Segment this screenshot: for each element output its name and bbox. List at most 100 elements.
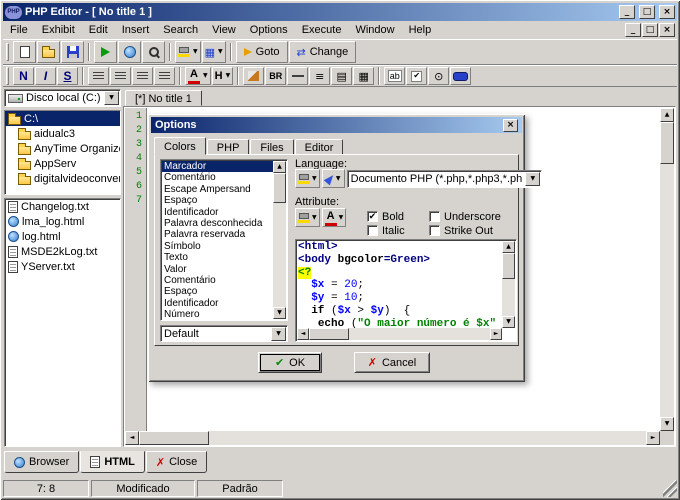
tab-close[interactable]: ✗ Close <box>145 451 208 473</box>
list-item[interactable]: Palavra reservada <box>162 229 273 240</box>
align-justify-button[interactable] <box>154 67 175 85</box>
menu-view[interactable]: View <box>205 23 243 37</box>
drive-dropdown-arrow[interactable]: ▼ <box>104 91 119 105</box>
close-button[interactable]: × <box>659 5 675 19</box>
language-pen-color-dropdown[interactable]: ▼ <box>321 169 345 188</box>
open-file-button[interactable] <box>37 41 60 63</box>
tab-editor[interactable]: Editor <box>294 139 344 155</box>
font-color-dropdown-button[interactable]: A ▼ <box>185 67 211 85</box>
chevron-down-icon[interactable]: ▼ <box>525 171 541 186</box>
preview-vertical-scrollbar[interactable]: ▲ ▼ <box>502 241 515 328</box>
style-preset-combo[interactable]: Default ▼ <box>160 325 288 342</box>
menu-help[interactable]: Help <box>402 23 439 37</box>
scroll-track[interactable] <box>349 328 490 340</box>
highlight-button[interactable] <box>243 67 265 85</box>
scroll-left-button[interactable]: ◄ <box>125 431 139 445</box>
file-item[interactable]: YServer.txt <box>5 259 120 274</box>
scroll-down-button[interactable]: ▼ <box>273 307 286 319</box>
scroll-up-button[interactable]: ▲ <box>502 241 515 253</box>
bold-button[interactable]: N <box>13 67 34 85</box>
list-item[interactable]: Texto <box>162 252 273 263</box>
list-item[interactable]: Identificador <box>162 298 273 309</box>
list-item[interactable]: Palavra desconhecida <box>162 218 273 229</box>
grid-button[interactable]: ▦ <box>353 67 375 85</box>
file-item[interactable]: log.html <box>5 229 120 244</box>
italic-button[interactable]: I <box>35 67 56 85</box>
insert-button-button[interactable] <box>450 67 472 85</box>
menu-window[interactable]: Window <box>348 23 401 37</box>
folder-item[interactable]: aidualc3 <box>5 126 120 141</box>
line-break-button[interactable]: BR <box>265 67 287 85</box>
minimize-button[interactable]: _ <box>619 5 635 19</box>
tab-files[interactable]: Files <box>250 139 294 155</box>
toolbar-grip[interactable] <box>6 67 9 85</box>
italic-checkbox[interactable]: Italic <box>367 224 405 237</box>
insert-textfield-button[interactable]: ab <box>384 67 406 85</box>
scroll-up-button[interactable]: ▲ <box>660 108 674 122</box>
scrollbar-thumb[interactable] <box>502 253 515 279</box>
scrollbar-thumb[interactable] <box>660 122 674 164</box>
mdi-minimize-button[interactable]: _ <box>625 23 641 37</box>
menu-options[interactable]: Options <box>243 23 295 37</box>
table-button[interactable]: ▤ <box>331 67 353 85</box>
scroll-track[interactable] <box>273 203 286 307</box>
resize-grip[interactable] <box>663 480 677 497</box>
align-left-button[interactable] <box>88 67 109 85</box>
scroll-left-button[interactable]: ◄ <box>297 328 309 340</box>
tab-browser[interactable]: Browser <box>4 451 80 473</box>
underscore-checkbox[interactable]: Underscore <box>429 210 501 223</box>
chevron-down-icon[interactable]: ▼ <box>271 326 286 341</box>
scrollbar-thumb[interactable] <box>309 328 349 340</box>
change-button[interactable]: ⇄ Change <box>288 41 357 63</box>
maximize-button[interactable]: □ <box>639 5 655 19</box>
folder-item[interactable]: AppServ <box>5 156 120 171</box>
language-bg-color-dropdown[interactable]: ▼ <box>295 169 320 188</box>
mdi-restore-button[interactable]: □ <box>642 23 658 37</box>
menu-file[interactable]: File <box>3 23 35 37</box>
list-item[interactable]: Marcador <box>162 161 273 173</box>
insert-radio-button[interactable]: ⊙ <box>428 67 450 85</box>
list-item[interactable]: Espaço <box>162 286 273 297</box>
scrollbar-thumb[interactable] <box>139 431 209 445</box>
file-item[interactable]: Changelog.txt <box>5 199 120 214</box>
new-file-button[interactable] <box>13 41 36 63</box>
mdi-close-button[interactable]: × <box>659 23 675 37</box>
cancel-button[interactable]: ✗ Cancel <box>354 352 430 373</box>
scroll-track[interactable] <box>502 279 515 316</box>
menu-edit[interactable]: Edit <box>82 23 115 37</box>
horizontal-rule-button[interactable] <box>287 67 309 85</box>
dialog-close-button[interactable]: × <box>503 118 518 132</box>
menu-search[interactable]: Search <box>156 23 205 37</box>
folder-item-root[interactable]: C:\ <box>5 111 120 126</box>
preview-horizontal-scrollbar[interactable]: ◄ ► <box>297 328 502 340</box>
tab-html[interactable]: HTML <box>80 451 145 473</box>
folder-item[interactable]: digitalvideoconver <box>5 171 120 186</box>
tab-php[interactable]: PHP <box>206 139 250 155</box>
scroll-right-button[interactable]: ► <box>646 431 660 445</box>
tab-colors[interactable]: Colors <box>154 137 206 155</box>
folder-item[interactable]: AnyTime Organize <box>5 141 120 156</box>
editor-horizontal-scrollbar[interactable]: ◄ ► <box>125 431 660 445</box>
align-right-button[interactable] <box>132 67 153 85</box>
heading-dropdown-button[interactable]: H ▼ <box>211 67 234 85</box>
list-scrollbar[interactable]: ▲ ▼ <box>273 161 286 319</box>
find-button[interactable] <box>142 41 165 63</box>
ok-button[interactable]: ✔ OK <box>258 352 322 373</box>
title-bar[interactable]: PHP PHP Editor - [ No title 1 ] _ □ × <box>3 3 677 21</box>
editor-vertical-scrollbar[interactable]: ▲ ▼ <box>660 108 674 431</box>
underline-button[interactable]: S <box>57 67 78 85</box>
scroll-track[interactable] <box>209 431 646 445</box>
scroll-up-button[interactable]: ▲ <box>273 161 286 173</box>
file-item[interactable]: lma_log.html <box>5 214 120 229</box>
menu-exhibit[interactable]: Exhibit <box>35 23 82 37</box>
file-item[interactable]: MSDE2kLog.txt <box>5 244 120 259</box>
run-button[interactable] <box>94 41 117 63</box>
bold-checkbox[interactable]: ✔ Bold <box>367 210 404 223</box>
align-center-button[interactable] <box>110 67 131 85</box>
dialog-title-bar[interactable]: Options × <box>151 117 522 133</box>
list-button[interactable]: ≡ <box>309 67 331 85</box>
list-item[interactable]: Espaço <box>162 195 273 206</box>
list-item[interactable]: Comentário <box>162 275 273 286</box>
goto-button[interactable]: Goto <box>235 41 288 63</box>
fill-color-dropdown-button[interactable]: ▼ <box>175 41 201 63</box>
